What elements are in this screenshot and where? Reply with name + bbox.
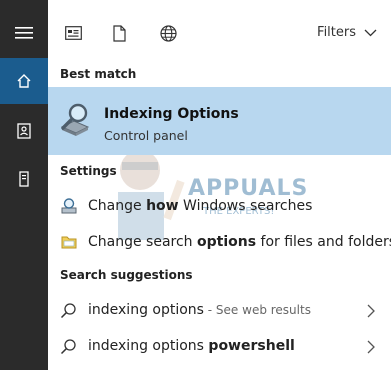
apps-icon: [64, 26, 82, 40]
web-results-note: - See web results: [203, 303, 311, 317]
settings-item-text: Change search options for files and fold…: [88, 234, 391, 250]
best-match-title: Indexing Options: [104, 106, 239, 122]
home-icon: [17, 74, 31, 88]
settings-header: Settings: [60, 164, 117, 178]
suggestion-item[interactable]: indexing options powershell: [48, 329, 391, 363]
settings-item-folder-options[interactable]: Change search options for files and fold…: [48, 225, 391, 259]
suggestion-text: indexing options - See web results: [88, 302, 311, 318]
folder-options-icon: [60, 233, 78, 255]
best-match-subtitle: Control panel: [104, 128, 188, 143]
home-button[interactable]: [0, 58, 48, 104]
apps-filter-button[interactable]: [62, 22, 84, 44]
chevron-right-icon[interactable]: [367, 339, 375, 358]
globe-icon: [159, 24, 177, 42]
search-icon: [60, 302, 77, 323]
chevron-right-icon[interactable]: [367, 303, 375, 322]
indexing-options-icon: [56, 99, 94, 143]
hamburger-icon: [15, 27, 33, 39]
suggestion-item[interactable]: indexing options - See web results: [48, 293, 391, 327]
menu-button[interactable]: [0, 10, 48, 56]
search-icon: [60, 338, 77, 359]
left-rail: [0, 0, 48, 370]
documents-filter-button[interactable]: [108, 22, 130, 44]
device-button[interactable]: [0, 156, 48, 202]
notebook-icon: [17, 123, 31, 139]
suggestion-text: indexing options powershell: [88, 338, 295, 354]
search-settings-icon: [60, 197, 78, 219]
search-suggestions-header: Search suggestions: [60, 268, 193, 282]
document-icon: [112, 24, 126, 42]
web-filter-button[interactable]: [157, 22, 179, 44]
filters-dropdown[interactable]: Filters: [317, 25, 377, 40]
filters-label: Filters: [317, 25, 356, 40]
best-match-header: Best match: [60, 67, 137, 81]
best-match-result[interactable]: Indexing Options Control panel: [48, 87, 391, 155]
settings-item-search-behavior[interactable]: Change how Windows searches: [48, 189, 391, 223]
notebook-button[interactable]: [0, 108, 48, 154]
settings-item-text: Change how Windows searches: [88, 198, 313, 214]
search-filter-bar: Filters: [48, 0, 391, 58]
chevron-down-icon: [364, 29, 377, 36]
tower-icon: [19, 171, 29, 187]
